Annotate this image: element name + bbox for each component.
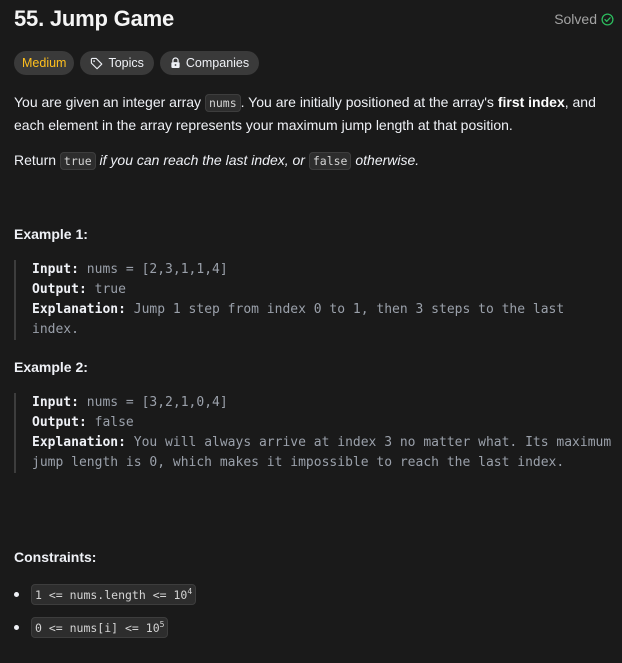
input-label: Input: (32, 395, 79, 410)
description-text: . You are initially positioned at the ar… (240, 94, 498, 110)
inline-code-nums: nums (204, 94, 241, 112)
bullet-dot (14, 592, 19, 597)
constraint-item: 0 <= nums[i] <= 105 (14, 617, 169, 638)
description-bold: first index (497, 94, 565, 110)
constraint-exponent: 4 (187, 587, 193, 596)
constraint-code: 1 <= nums.length <= 104 (31, 584, 197, 605)
output-value: true (86, 282, 126, 297)
description-paragraph-1: You are given an integer array nums. You… (14, 91, 614, 136)
difficulty-label: Medium (22, 56, 67, 70)
inline-code-false: false (308, 152, 352, 170)
example-2-block: Input: nums = [3,2,1,0,4] Output: false … (14, 393, 614, 473)
input-value: nums = [3,2,1,0,4] (78, 395, 228, 410)
constraints-heading: Constraints: (14, 549, 97, 565)
example-1-block: Input: nums = [2,3,1,1,4] Output: true E… (14, 260, 614, 340)
description-italic: if you can reach the last index, or (95, 152, 309, 168)
problem-description-panel: 55. Jump Game Solved Medium Topics Compa… (0, 0, 622, 663)
constraint-exponent: 5 (159, 620, 165, 629)
lock-icon (170, 57, 181, 69)
inline-code-true: true (59, 152, 96, 170)
constraint-item: 1 <= nums.length <= 104 (14, 584, 197, 605)
example-input-line: Input: nums = [2,3,1,1,4] (32, 260, 614, 280)
companies-label: Companies (185, 56, 250, 70)
topics-label: Topics (108, 56, 144, 70)
example-explanation-line: Explanation: Jump 1 step from index 0 to… (32, 300, 614, 340)
companies-button[interactable]: Companies (159, 51, 260, 75)
topics-button[interactable]: Topics (80, 51, 154, 75)
output-value: false (86, 415, 134, 430)
output-label: Output: (32, 282, 87, 297)
problem-title[interactable]: 55. Jump Game (14, 6, 174, 32)
constraint-text: 0 <= nums[i] <= 10 (35, 621, 160, 635)
problem-header: 55. Jump Game Solved (14, 4, 614, 36)
solved-status: Solved (554, 11, 614, 27)
constraint-text: 1 <= nums.length <= 10 (35, 588, 188, 602)
explanation-label: Explanation: (32, 435, 126, 450)
example-output-line: Output: true (32, 280, 614, 300)
description-paragraph-2: Return true if you can reach the last in… (14, 149, 614, 172)
constraint-code: 0 <= nums[i] <= 105 (31, 617, 169, 638)
solved-label: Solved (554, 11, 597, 27)
bullet-dot (14, 625, 19, 630)
output-label: Output: (32, 415, 87, 430)
difficulty-badge: Medium (14, 51, 75, 75)
example-2-heading: Example 2: (14, 359, 88, 375)
tag-row: Medium Topics Companies (14, 51, 260, 75)
description-italic: otherwise. (351, 152, 420, 168)
tag-icon (90, 57, 103, 70)
description-text: Return (14, 152, 60, 168)
input-label: Input: (32, 262, 79, 277)
explanation-label: Explanation: (32, 302, 126, 317)
description-text: You are given an integer array (14, 94, 205, 110)
input-value: nums = [2,3,1,1,4] (78, 262, 228, 277)
example-output-line: Output: false (32, 413, 614, 433)
example-input-line: Input: nums = [3,2,1,0,4] (32, 393, 614, 413)
example-1-heading: Example 1: (14, 226, 88, 242)
example-explanation-line: Explanation: You will always arrive at i… (32, 433, 614, 473)
check-circle-icon (601, 12, 614, 26)
